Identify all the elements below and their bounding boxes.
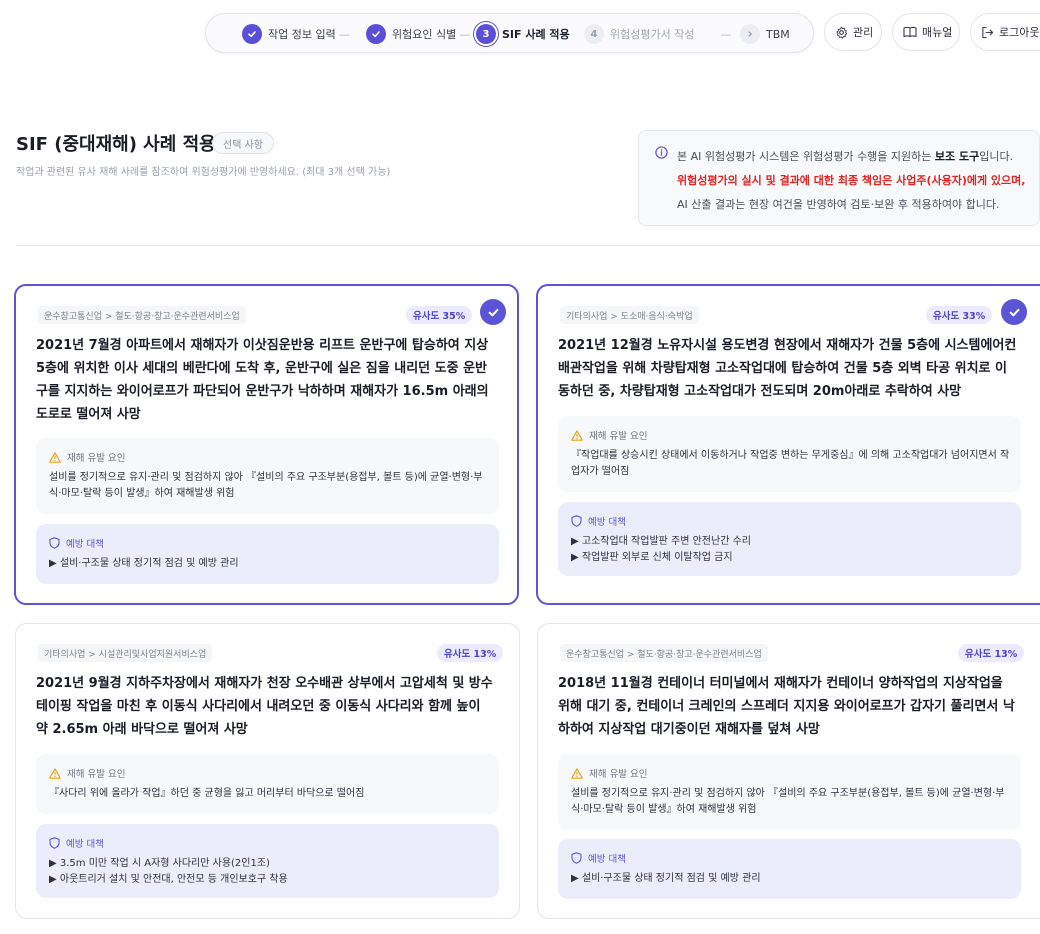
prevention-box: 예방 대책 ▶ 3.5m 미만 작업 시 A자형 사다리만 사용(2인1조) ▶…	[36, 824, 499, 898]
step-label: SIF 사례 적용	[502, 28, 570, 41]
step-tbm[interactable]: › TBM	[740, 23, 790, 45]
case-category: 기타의사업 > 도소매·음식·숙박업	[560, 306, 699, 324]
step-label: 위험요인 식별	[392, 28, 457, 41]
case-title: 2021년 12월경 노유자시설 용도변경 현장에서 재해자가 건물 5층에 시…	[558, 338, 1017, 399]
shield-icon	[571, 852, 582, 864]
selected-check-icon[interactable]	[1001, 299, 1027, 325]
case-category: 기타의사업 > 시설관리및사업지원서비스업	[38, 644, 213, 662]
similarity-badge: 유사도 33%	[926, 306, 993, 324]
case-title: 2021년 9월경 지하주차장에서 재해자가 천장 오수배관 상부에서 고압세척…	[36, 676, 493, 737]
risk-factor-box: 재해 유발 요인 설비를 정기적으로 유지·관리 및 점검하지 않아 『설비의 …	[36, 438, 499, 514]
case-category: 운수창고통신업 > 철도·항공·창고·운수관련서비스업	[38, 306, 246, 324]
shield-icon	[49, 837, 60, 849]
logout-button[interactable]: 로그아웃	[970, 13, 1040, 51]
prevention-item: ▶ 설비·구조물 상태 정기적 점검 및 예방 관리	[571, 873, 761, 884]
prevention-box: 예방 대책 ▶ 설비·구조물 상태 정기적 점검 및 예방 관리	[558, 839, 1021, 899]
section-divider	[16, 245, 1040, 246]
disclaimer-notice: 본 AI 위험성평가 시스템은 위험성평가 수행을 지원하는 보조 도구입니다.…	[638, 130, 1040, 226]
prevention-label: 예방 대책	[588, 517, 626, 528]
similarity-badge: 유사도 35%	[406, 306, 473, 324]
step-work-info[interactable]: 작업 정보 입력 —	[242, 23, 350, 45]
prevention-label: 예방 대책	[66, 539, 104, 550]
warning-icon	[571, 767, 583, 779]
shield-icon	[571, 515, 582, 527]
step-assessment-report[interactable]: 4 위험성평가서 작성 —	[584, 23, 731, 45]
logout-icon	[982, 26, 994, 38]
info-icon	[655, 146, 668, 159]
notice-emphasis: 보조 도구	[934, 150, 980, 163]
step-separator: —	[338, 27, 350, 41]
warning-icon	[49, 767, 61, 779]
risk-label: 재해 유발 요인	[589, 769, 648, 780]
manage-button[interactable]: 관리	[824, 13, 882, 51]
step-label: TBM	[766, 27, 790, 41]
risk-factor-box: 재해 유발 요인 『사다리 위에 올라가 작업』하던 중 균형을 잃고 머리부터…	[36, 754, 499, 814]
risk-label: 재해 유발 요인	[67, 769, 126, 780]
prevention-item: ▶ 작업발판 외부로 신체 이탈작업 금지	[571, 552, 733, 563]
similarity-badge: 유사도 13%	[958, 644, 1025, 662]
case-title: 2021년 7월경 아파트에서 재해자가 이삿짐운반용 리프트 운반구에 탑승하…	[36, 338, 489, 422]
optional-badge: 선택 사항	[212, 132, 274, 154]
risk-text: 『사다리 위에 올라가 작업』하던 중 균형을 잃고 머리부터 바닥으로 떨어짐	[49, 788, 365, 799]
case-card[interactable]: 기타의사업 > 도소매·음식·숙박업 유사도 33% 2021년 12월경 노유…	[536, 284, 1040, 605]
prevention-label: 예방 대책	[66, 839, 104, 850]
notice-line-3: AI 산출 결과는 현장 여건을 반영하여 검토·보완 후 적용하여야 합니다.	[677, 198, 1000, 211]
selected-check-icon[interactable]	[480, 299, 506, 325]
case-card[interactable]: 운수창고통신업 > 철도·항공·창고·운수관련서비스업 유사도 35% 2021…	[14, 284, 519, 605]
prevention-item: ▶ 고소작업대 작업발판 주변 안전난간 수리	[571, 536, 751, 547]
warning-icon	[571, 429, 583, 441]
prevention-item: ▶ 설비·구조물 상태 정기적 점검 및 예방 관리	[49, 558, 239, 569]
prevention-box: 예방 대책 ▶ 고소작업대 작업발판 주변 안전난간 수리 ▶ 작업발판 외부로…	[558, 502, 1021, 576]
risk-text: 『작업대를 상승시킨 상태에서 이동하거나 작업중 변하는 무게중심』에 의해 …	[571, 450, 1010, 477]
page-subtitle: 작업과 관련된 유사 재해 사례를 참조하여 위험성평가에 반영하세요. (최대…	[16, 167, 391, 178]
notice-line-2: 위험성평가의 실시 및 결과에 대한 최종 책임은 사업주(사용자)에게 있으며…	[677, 174, 1026, 187]
case-card[interactable]: 기타의사업 > 시설관리및사업지원서비스업 유사도 13% 2021년 9월경 …	[15, 623, 520, 919]
similarity-badge: 유사도 13%	[437, 644, 504, 662]
case-title: 2018년 11월경 컨테이너 터미널에서 재해자가 컨테이너 양하작업의 지상…	[558, 676, 1015, 737]
gear-icon	[836, 26, 848, 39]
step-separator: —	[720, 27, 732, 41]
warning-icon	[49, 451, 61, 463]
chevron-right-icon: ›	[740, 24, 760, 44]
risk-label: 재해 유발 요인	[67, 453, 126, 464]
prevention-label: 예방 대책	[588, 854, 626, 865]
book-icon	[903, 26, 917, 38]
step-number: 3	[476, 24, 496, 44]
page-title: SIF (중대재해) 사례 적용	[16, 134, 216, 155]
step-hazard-identification[interactable]: 위험요인 식별 —	[366, 23, 470, 45]
prevention-item: ▶ 3.5m 미만 작업 시 A자형 사다리만 사용(2인1조)	[49, 858, 270, 869]
case-category: 운수창고통신업 > 철도·항공·창고·운수관련서비스업	[560, 644, 768, 662]
manage-label: 관리	[853, 26, 874, 39]
prevention-box: 예방 대책 ▶ 설비·구조물 상태 정기적 점검 및 예방 관리	[36, 524, 499, 584]
risk-label: 재해 유발 요인	[589, 431, 648, 442]
step-label: 작업 정보 입력	[268, 28, 336, 41]
logout-label: 로그아웃	[999, 26, 1040, 39]
step-sif-cases[interactable]: 3 SIF 사례 적용	[476, 23, 570, 45]
step-separator: —	[459, 27, 471, 41]
shield-icon	[49, 537, 60, 549]
step-label: 위험성평가서 작성	[610, 28, 695, 41]
progress-stepper: 작업 정보 입력 — 위험요인 식별 — 3 SIF 사례 적용 4 위험성평가…	[205, 13, 814, 53]
check-icon	[242, 24, 262, 44]
manual-label: 매뉴얼	[922, 26, 953, 39]
check-icon	[366, 24, 386, 44]
prevention-item: ▶ 아웃트리거 설치 및 안전대, 안전모 등 개인보호구 착용	[49, 874, 288, 885]
risk-text: 설비를 정기적으로 유지·관리 및 점검하지 않아 『설비의 주요 구조부분(용…	[49, 472, 483, 499]
notice-line-1: 본 AI 위험성평가 시스템은 위험성평가 수행을 지원하는 보조 도구입니다.	[677, 150, 1014, 163]
risk-factor-box: 재해 유발 요인 설비를 정기적으로 유지·관리 및 점검하지 않아 『설비의 …	[558, 754, 1021, 830]
risk-text: 설비를 정기적으로 유지·관리 및 점검하지 않아 『설비의 주요 구조부분(용…	[571, 788, 1005, 815]
manual-button[interactable]: 매뉴얼	[892, 13, 960, 51]
step-number: 4	[584, 24, 604, 44]
risk-factor-box: 재해 유발 요인 『작업대를 상승시킨 상태에서 이동하거나 작업중 변하는 무…	[558, 416, 1021, 492]
case-card[interactable]: 운수창고통신업 > 철도·항공·창고·운수관련서비스업 유사도 13% 2018…	[537, 623, 1040, 919]
